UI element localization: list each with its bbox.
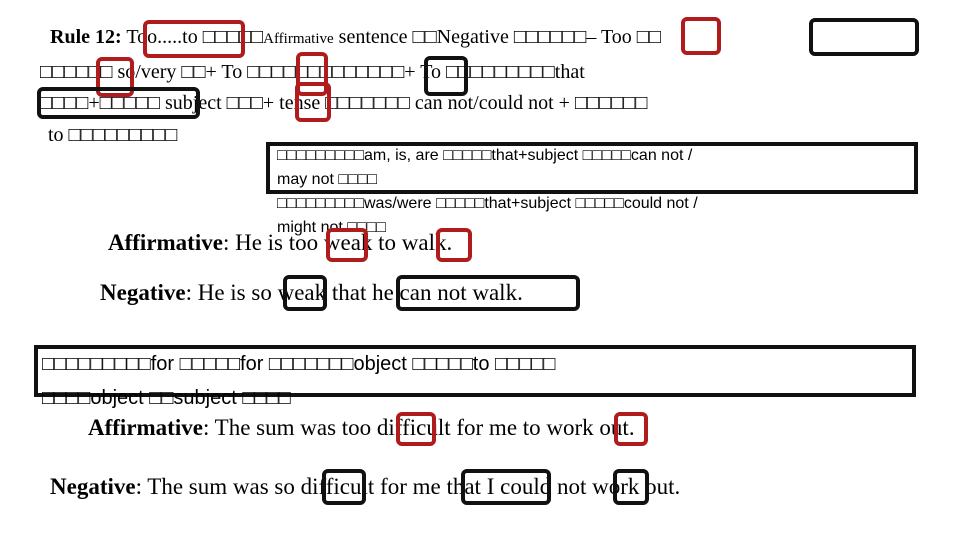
highlight-box [681,17,721,55]
affirmative-word: Affirmative [263,31,334,47]
highlight-box [614,412,648,446]
slide: Rule 12: Too.....to □□□□□Affirmative sen… [0,0,960,540]
highlight-box [461,469,551,505]
example2-affirmative: Affirmative: The sum was too difficult f… [88,414,635,442]
label: Negative [100,280,186,305]
note2-line-2: □□□□object □□subject □□□□ [42,387,291,409]
note-line-3: □□□□□□□□□was/were □□□□□that+subject □□□□… [277,195,698,212]
example1-affirmative: Affirmative: He is too weak to walk. [108,229,452,257]
rule-line-1: Rule 12: Too.....to □□□□□Affirmative sen… [50,25,661,51]
highlight-box [396,412,436,446]
highlight-box [283,275,327,311]
sentence: : The sum was so difficult for me that I… [135,474,681,499]
note2-line-1: □□□□□□□□□for □□□□□for □□□□□□□object □□□□… [42,353,556,375]
label: Negative [50,474,136,499]
highlight-box [809,18,919,56]
highlight-box [322,469,366,505]
highlight-box [295,82,331,122]
label: Affirmative [108,230,223,255]
note-line-2: may not □□□□ [277,171,378,188]
rule-title: Rule 12: [50,26,122,48]
highlight-box [396,275,580,311]
highlight-box [436,228,472,262]
highlight-box [326,228,368,262]
rule-line-4: to □□□□□□□□□ [48,124,178,146]
highlight-box [37,87,200,119]
note-line-1: □□□□□□□□□am, is, are □□□□□that+subject □… [277,147,693,164]
highlight-box [424,56,468,96]
label: Affirmative [88,415,203,440]
highlight-box [143,20,245,58]
text: sentence □□Negative □□□□□□– Too □□ [333,26,661,48]
highlight-box [613,469,649,505]
